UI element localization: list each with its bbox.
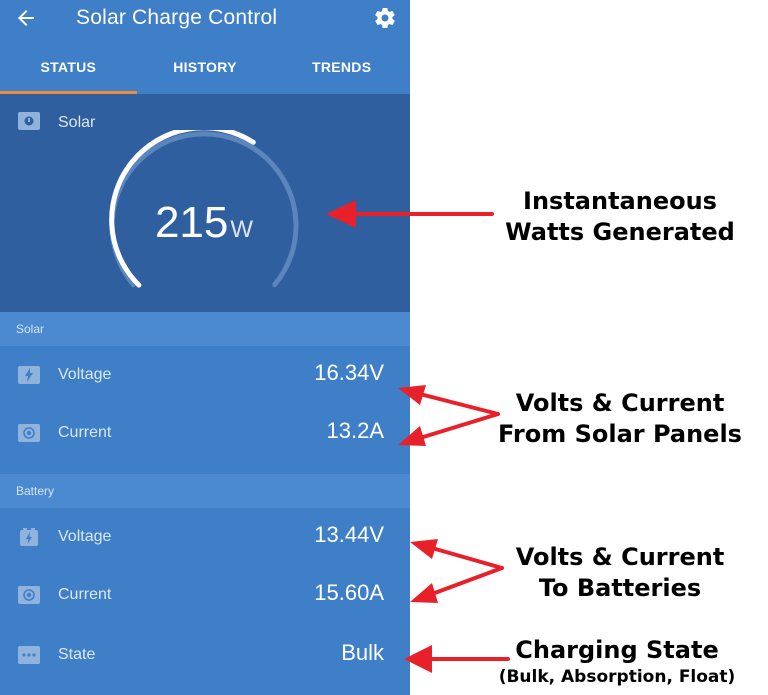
power-value: 215	[154, 198, 229, 247]
battery-icon	[20, 528, 38, 546]
app-bar: Solar Charge Control	[0, 0, 410, 40]
annotation-watts: Instantaneous Watts Generated	[470, 186, 768, 248]
battery-current-value: 15.60A	[314, 580, 384, 605]
lightning-icon	[18, 366, 40, 384]
solar-current-value: 13.2A	[326, 418, 385, 443]
page-title: Solar Charge Control	[76, 6, 278, 29]
battery-voltage-row: Voltage 13.44V	[0, 508, 410, 566]
solar-voltage-value: 16.34V	[314, 360, 384, 385]
annotation-line: Instantaneous	[523, 187, 717, 215]
phone-screen: Solar Charge Control STATUS HISTORY TREN…	[0, 0, 410, 695]
arrowhead-battery-voltage	[410, 539, 438, 559]
more-dots-icon	[18, 646, 40, 664]
row-label: Current	[58, 424, 112, 441]
tab-status[interactable]: STATUS	[0, 40, 137, 94]
arrow-left-icon[interactable]	[14, 6, 38, 30]
annotation-line: Watts Generated	[505, 218, 735, 246]
solar-section-header: Solar	[0, 312, 410, 346]
battery-state-row: State Bulk	[0, 626, 410, 684]
gear-icon[interactable]	[373, 6, 397, 30]
battery-section-header: Battery	[0, 474, 410, 508]
battery-voltage-value: 13.44V	[314, 522, 384, 547]
row-label: State	[58, 646, 96, 663]
solar-power-panel: Solar 215W	[0, 94, 410, 312]
annotation-line: From Solar Panels	[498, 420, 742, 448]
charge-state-value: Bulk	[341, 640, 384, 665]
tab-bar: STATUS HISTORY TRENDS	[0, 40, 410, 94]
tab-history[interactable]: HISTORY	[137, 40, 274, 94]
row-label: Voltage	[58, 366, 112, 383]
solar-current-row: Current 13.2A	[0, 404, 410, 462]
battery-current-row: Current 15.60A	[0, 566, 410, 624]
annotation-line: (Bulk, Absorption, Float)	[498, 667, 736, 687]
current-icon	[18, 586, 40, 604]
row-label: Voltage	[58, 528, 112, 545]
annotation-line: Volts & Current	[515, 389, 725, 417]
row-label: Current	[58, 586, 112, 603]
tab-trends[interactable]: TRENDS	[273, 40, 410, 94]
current-icon	[18, 424, 40, 442]
solar-label: Solar	[58, 114, 96, 131]
annotation-line: To Batteries	[538, 574, 702, 602]
annotation-state: Charging State (Bulk, Absorption, Float)	[466, 636, 768, 689]
annotation-battery: Volts & Current To Batteries	[470, 542, 768, 604]
arrowhead-battery-current	[410, 583, 438, 603]
annotation-solar: Volts & Current From Solar Panels	[470, 388, 768, 450]
annotation-line: Charging State	[515, 636, 719, 664]
power-readout: 215W	[104, 198, 304, 248]
solar-voltage-row: Voltage 16.34V	[0, 346, 410, 404]
power-unit: W	[230, 216, 254, 243]
solar-panel-icon	[18, 112, 40, 130]
annotation-line: Volts & Current	[515, 543, 725, 571]
